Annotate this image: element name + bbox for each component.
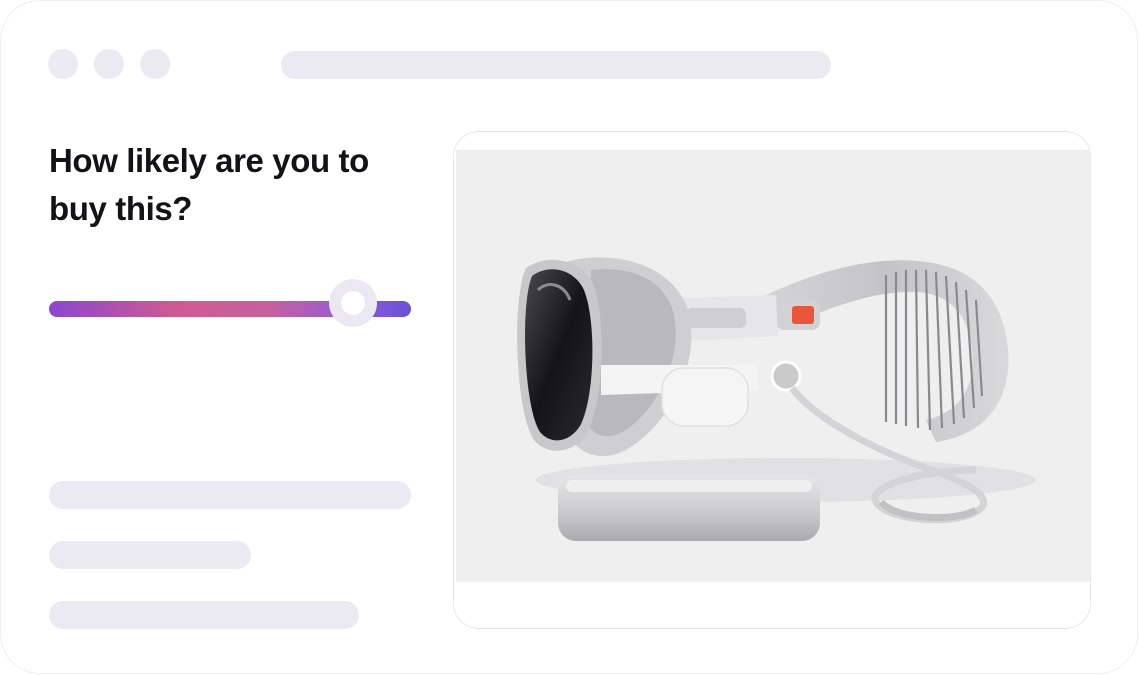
window-minimize-dot[interactable] [94,49,124,79]
survey-question: How likely are you to buy this? [49,142,369,227]
text-placeholder-line [49,541,251,569]
product-image [456,150,1090,582]
product-card [453,131,1091,629]
browser-window: How likely are you to buy this? [0,0,1138,674]
vr-headset-illustration [517,257,1036,541]
orange-pull-tab [792,306,814,324]
likelihood-slider-thumb[interactable] [329,279,378,327]
cable-connector [770,360,802,392]
window-close-dot[interactable] [48,49,78,79]
address-bar-placeholder[interactable] [281,51,831,79]
window-maximize-dot[interactable] [140,49,170,79]
slider-thumb-center [341,291,366,315]
text-placeholder-line [49,481,411,509]
text-placeholder-line [49,601,359,629]
